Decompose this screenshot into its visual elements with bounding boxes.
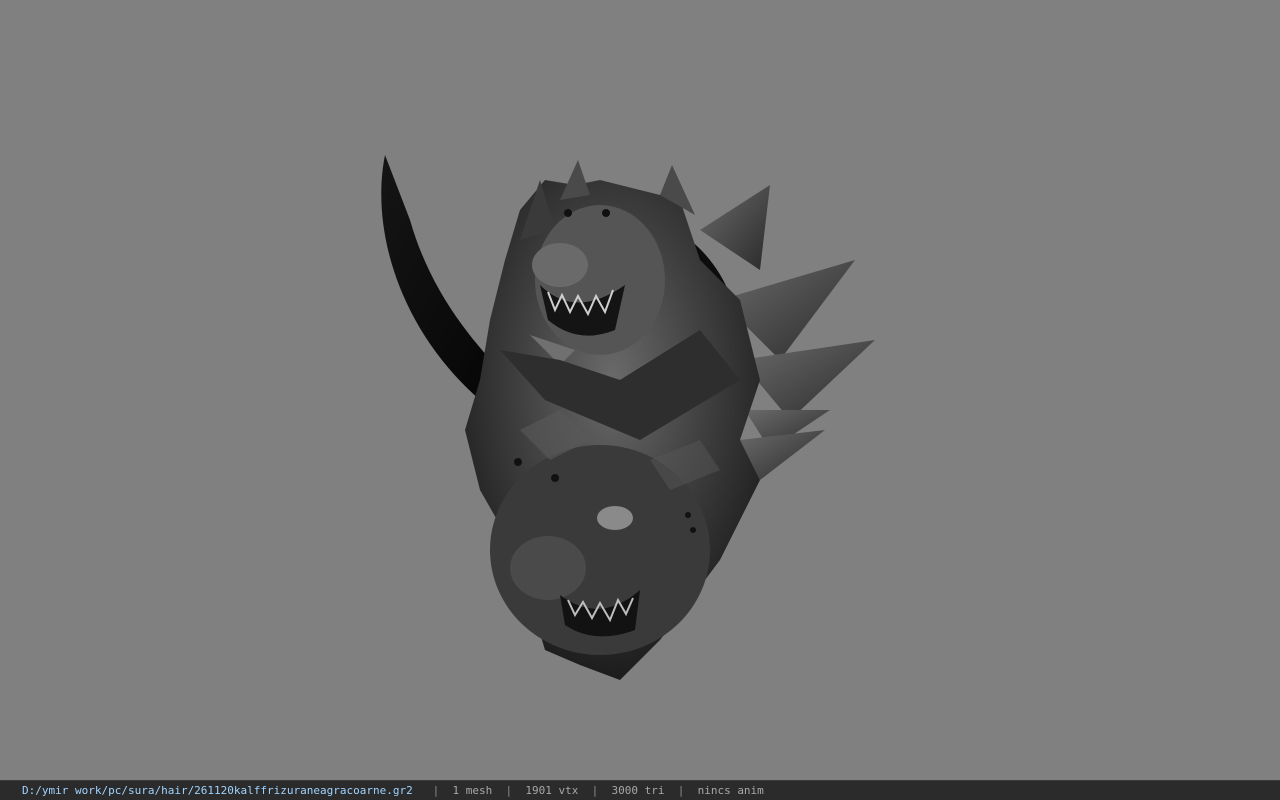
lower-rivet-2 <box>551 474 559 482</box>
model-viewport[interactable] <box>0 0 1280 780</box>
triangle-count: 3000 tri <box>611 784 665 797</box>
lower-nose <box>510 536 586 600</box>
upper-rivet-1 <box>564 209 572 217</box>
lower-rivet-1 <box>514 458 522 466</box>
lower-rivet-3 <box>685 512 691 518</box>
separator-3: | <box>591 784 599 797</box>
status-bar: D:/ymir work/pc/sura/hair/261120kalffriz… <box>0 780 1280 800</box>
anim-status: nincs anim <box>697 784 764 797</box>
separator-4: | <box>677 784 685 797</box>
separator <box>413 784 433 797</box>
upper-rivet-2 <box>602 209 610 217</box>
upper-nose <box>532 243 588 287</box>
lower-eye <box>597 506 633 530</box>
separator-2: | <box>505 784 513 797</box>
top-horn-left <box>560 160 590 200</box>
right-spike-1 <box>700 185 770 270</box>
separator-1: | <box>432 784 440 797</box>
vertex-count: 1901 vtx <box>525 784 579 797</box>
file-path: D:/ymir work/pc/sura/hair/261120kalffriz… <box>22 784 413 797</box>
demon-helmet-model <box>381 155 875 680</box>
right-spike-3 <box>740 340 875 420</box>
mesh-count: 1 mesh <box>452 784 493 797</box>
lower-rivet-4 <box>690 527 696 533</box>
